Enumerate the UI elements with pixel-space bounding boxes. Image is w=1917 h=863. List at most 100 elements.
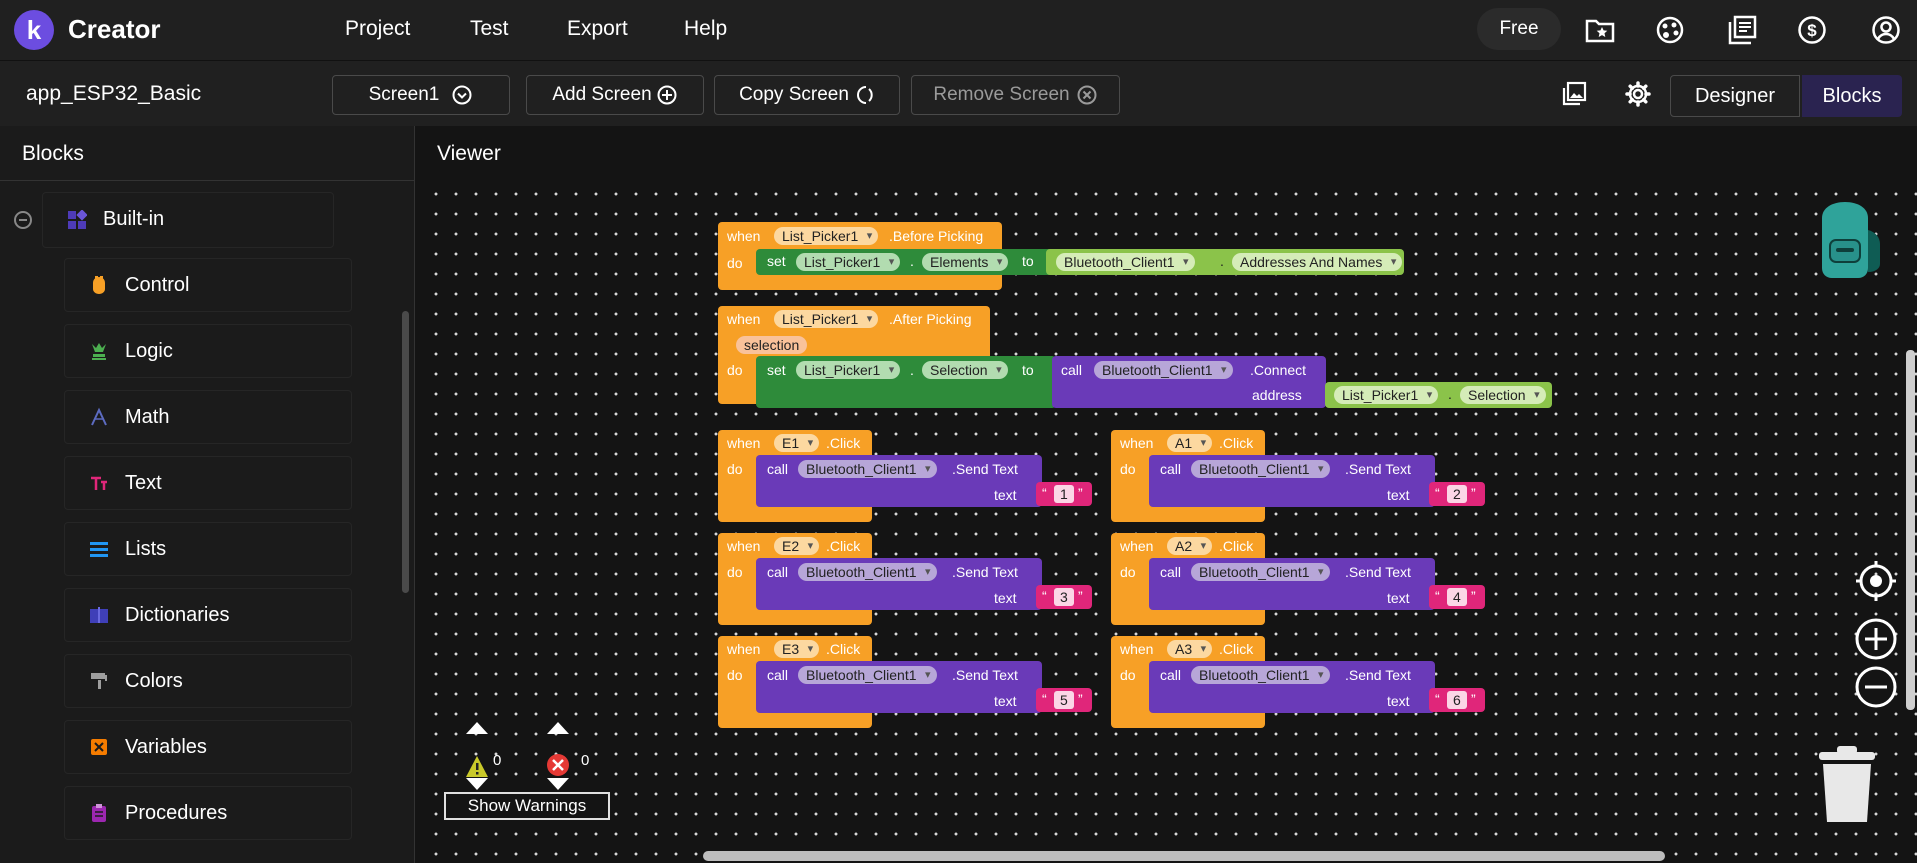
- builtin-label: Built-in: [103, 208, 165, 230]
- top-bar: k Creator Project Test Export Help Free …: [0, 0, 1917, 60]
- remove-screen-button[interactable]: Remove Screen: [911, 75, 1120, 115]
- palette-icon[interactable]: [1654, 14, 1686, 46]
- list-picker-dropdown[interactable]: List_Picker1: [774, 310, 879, 328]
- category-dictionaries[interactable]: Dictionaries: [64, 588, 352, 642]
- builtin-group[interactable]: Built-in: [42, 192, 334, 248]
- backpack-icon[interactable]: [1800, 200, 1890, 282]
- menu-test[interactable]: Test: [470, 17, 509, 41]
- colors-icon: [91, 673, 107, 689]
- menu-help[interactable]: Help: [684, 17, 727, 41]
- logo-letter: k: [26, 14, 42, 45]
- event-name: .Before Picking: [889, 228, 984, 244]
- kw-when: when: [727, 228, 761, 244]
- component-dropdown[interactable]: List_Picker1: [796, 253, 901, 271]
- creator-logo[interactable]: k: [14, 10, 54, 50]
- button-dropdown[interactable]: E3: [774, 640, 820, 658]
- gallery-icon[interactable]: [1561, 81, 1587, 107]
- account-icon[interactable]: [1870, 14, 1902, 46]
- workspace-horizontal-scrollbar[interactable]: [703, 851, 1665, 861]
- string-value[interactable]: 1: [1054, 485, 1074, 503]
- chevron-down-icon: [452, 85, 472, 105]
- category-math[interactable]: Math: [64, 390, 352, 444]
- kw-text: text: [1387, 487, 1410, 503]
- copy-screen-button[interactable]: Copy Screen: [714, 75, 900, 115]
- component-dropdown[interactable]: Bluetooth_Client1: [1191, 666, 1330, 684]
- category-text[interactable]: Text: [64, 456, 352, 510]
- component-dropdown[interactable]: Bluetooth_Client1: [1094, 361, 1233, 379]
- component-dropdown[interactable]: Bluetooth_Client1: [798, 460, 937, 478]
- dot: .: [910, 253, 914, 269]
- text-icon: [91, 476, 107, 490]
- category-label: Logic: [125, 339, 173, 362]
- error-down-arrow-icon[interactable]: [545, 776, 571, 792]
- folder-star-icon[interactable]: [1584, 14, 1616, 46]
- method-name: .Send Text: [1345, 667, 1411, 683]
- category-logic[interactable]: Logic: [64, 324, 352, 378]
- screen-select[interactable]: Screen1: [332, 75, 510, 115]
- param-selection[interactable]: selection: [736, 336, 808, 354]
- component-dropdown[interactable]: Bluetooth_Client1: [798, 563, 937, 581]
- method-name: .Send Text: [952, 564, 1018, 580]
- property-dropdown[interactable]: Addresses And Names: [1232, 253, 1403, 271]
- library-icon[interactable]: [1726, 14, 1758, 46]
- add-screen-button[interactable]: Add Screen: [526, 75, 704, 115]
- component-dropdown[interactable]: Bluetooth_Client1: [1191, 563, 1330, 581]
- component-dropdown[interactable]: Bluetooth_Client1: [1191, 460, 1330, 478]
- component-dropdown[interactable]: Bluetooth_Client1: [1056, 253, 1195, 271]
- button-dropdown[interactable]: E1: [774, 434, 820, 452]
- plan-free-button[interactable]: Free: [1477, 8, 1561, 50]
- kw-when: when: [1120, 641, 1154, 657]
- category-lists[interactable]: Lists: [64, 522, 352, 576]
- sidebar-scrollbar[interactable]: [402, 311, 409, 593]
- category-variables[interactable]: Variables: [64, 720, 352, 774]
- kw-do: do: [727, 667, 743, 683]
- quote-open: “: [1435, 588, 1440, 604]
- method-name: .Send Text: [952, 461, 1018, 477]
- blocks-tab[interactable]: Blocks: [1802, 75, 1902, 117]
- string-value[interactable]: 5: [1054, 691, 1074, 709]
- button-dropdown[interactable]: A1: [1167, 434, 1213, 452]
- dictionaries-icon: [90, 607, 108, 623]
- quote-close: ”: [1078, 691, 1083, 707]
- property-dropdown[interactable]: Selection: [922, 361, 1008, 379]
- screen-select-label: Screen1: [368, 84, 440, 105]
- viewer-title: Viewer: [437, 142, 501, 165]
- component-dropdown[interactable]: List_Picker1: [1334, 386, 1439, 404]
- property-dropdown[interactable]: Elements: [922, 253, 1009, 271]
- category-control[interactable]: Control: [64, 258, 352, 312]
- recenter-icon[interactable]: [1854, 559, 1898, 603]
- string-value[interactable]: 6: [1447, 691, 1467, 709]
- kw-text: text: [994, 590, 1017, 606]
- string-value[interactable]: 3: [1054, 588, 1074, 606]
- warning-down-arrow-icon[interactable]: [464, 776, 490, 792]
- designer-tab[interactable]: Designer: [1670, 75, 1800, 117]
- trash-icon[interactable]: [1815, 742, 1879, 824]
- component-dropdown[interactable]: List_Picker1: [796, 361, 901, 379]
- collapse-icon[interactable]: [14, 211, 32, 229]
- button-dropdown[interactable]: E2: [774, 537, 820, 555]
- button-dropdown[interactable]: A2: [1167, 537, 1213, 555]
- kw-do: do: [1120, 667, 1136, 683]
- string-value[interactable]: 2: [1447, 485, 1467, 503]
- blocks-workspace[interactable]: when List_Picker1 .Before Picking do set…: [420, 180, 1917, 863]
- plus-circle-icon: [657, 85, 677, 105]
- string-value[interactable]: 4: [1447, 588, 1467, 606]
- zoom-in-icon[interactable]: [1854, 617, 1898, 661]
- warning-up-arrow-icon[interactable]: [464, 720, 490, 736]
- menu-project[interactable]: Project: [345, 17, 410, 41]
- show-warnings-button[interactable]: Show Warnings: [444, 792, 610, 820]
- property-dropdown[interactable]: Selection: [1460, 386, 1546, 404]
- error-up-arrow-icon[interactable]: [545, 720, 571, 736]
- category-procedures[interactable]: Procedures: [64, 786, 352, 840]
- category-colors[interactable]: Colors: [64, 654, 352, 708]
- variables-icon: [91, 739, 107, 755]
- menu-export[interactable]: Export: [567, 17, 628, 41]
- gear-icon[interactable]: [1624, 80, 1652, 108]
- button-dropdown[interactable]: A3: [1167, 640, 1213, 658]
- component-dropdown[interactable]: Bluetooth_Client1: [798, 666, 937, 684]
- quote-close: ”: [1078, 588, 1083, 604]
- list-picker-dropdown[interactable]: List_Picker1: [774, 227, 879, 245]
- zoom-out-icon[interactable]: [1854, 665, 1898, 709]
- workspace-vertical-scrollbar[interactable]: [1906, 350, 1915, 710]
- dollar-icon[interactable]: $: [1796, 14, 1828, 46]
